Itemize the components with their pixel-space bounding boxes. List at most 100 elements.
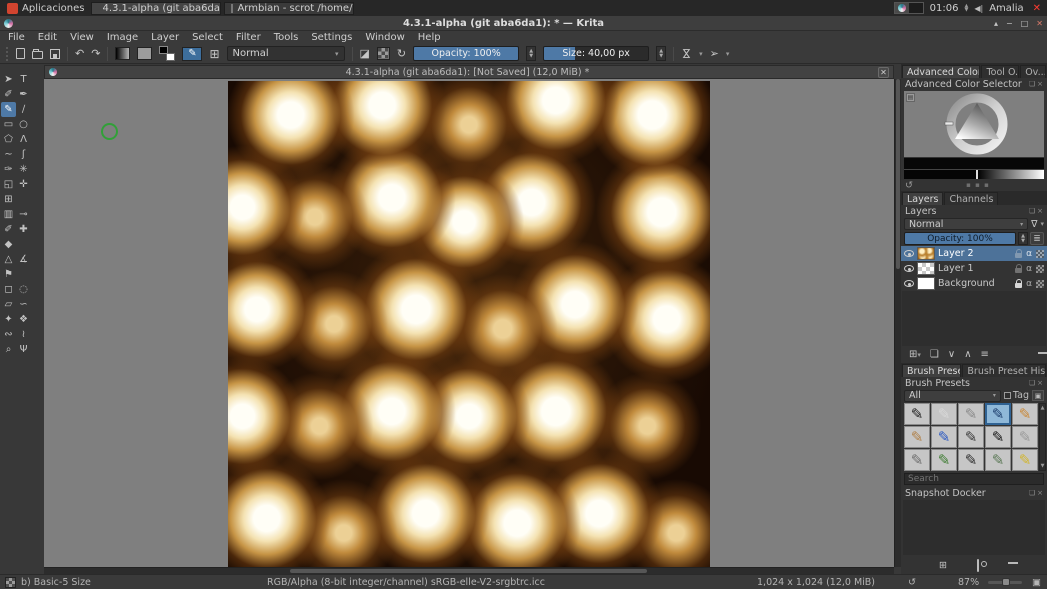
tool-contiguous-select[interactable]: ❖: [16, 312, 31, 327]
lock-icon[interactable]: [1015, 253, 1022, 258]
brush-preset-13[interactable]: ✎: [958, 449, 984, 471]
preset-view-mode-button[interactable]: ▣: [1032, 390, 1044, 401]
canvas-tab-bar[interactable]: 4.3.1-alpha (git aba6da1): [Not Saved] (…: [44, 65, 894, 79]
layer-opacity-spinner[interactable]: ▲▼: [1018, 232, 1028, 245]
horizontal-scrollbar-thumb[interactable]: [290, 569, 647, 573]
float-panel-icon[interactable]: ❏: [1029, 207, 1035, 215]
brush-preset-3[interactable]: ✎: [958, 403, 984, 425]
workspace-1[interactable]: [895, 3, 909, 13]
inherit-alpha-icon[interactable]: [1036, 265, 1044, 273]
save-button[interactable]: [50, 49, 60, 59]
alpha-lock-icon[interactable]: α: [1026, 264, 1032, 274]
canvas-viewport[interactable]: [44, 79, 894, 567]
layers-panel-header[interactable]: Layers ❏ ×: [901, 205, 1047, 217]
layer-row-background[interactable]: Backgroundα: [901, 276, 1047, 291]
duplicate-layer-button[interactable]: ❏: [930, 349, 939, 360]
advanced-color-selector-header[interactable]: Advanced Color Selector ❏ ×: [901, 78, 1047, 90]
float-panel-icon[interactable]: ❏: [1029, 80, 1035, 88]
tool-move[interactable]: ✛: [16, 177, 31, 192]
taskbar-task-terminal[interactable]: Armbian - scrot /home/a...: [224, 2, 354, 15]
docker-resize-handle[interactable]: ▪ ▪ ▪: [913, 181, 1043, 189]
zoom-slider-track[interactable]: [988, 581, 1022, 584]
tool-pattern-edit[interactable]: ✐: [1, 222, 16, 237]
tool-freehand-brush[interactable]: ✎: [1, 102, 16, 117]
move-layer-down-button[interactable]: ∨: [948, 349, 955, 360]
brush-preset-12[interactable]: ✎: [931, 449, 957, 471]
vertical-scrollbar-thumb[interactable]: [896, 79, 900, 269]
brush-presets-header[interactable]: Brush Presets ❏ ×: [901, 377, 1047, 389]
workspace-pager[interactable]: [894, 2, 924, 14]
tab-channels[interactable]: Channels: [944, 192, 998, 205]
tool-zoom[interactable]: ⌕: [1, 342, 16, 357]
pattern-chooser-button[interactable]: [137, 47, 152, 60]
shade-dark-half[interactable]: [904, 170, 977, 179]
menu-view[interactable]: View: [70, 32, 94, 43]
layer-thumbnail[interactable]: [917, 262, 935, 275]
tool-fill[interactable]: ◆: [1, 237, 16, 252]
tool-line[interactable]: ∕: [16, 102, 31, 117]
menu-settings[interactable]: Settings: [311, 32, 352, 43]
selection-display-button[interactable]: ▣: [1032, 575, 1041, 589]
layer-visibility-eye-icon[interactable]: [904, 250, 914, 257]
tag-checkbox-group[interactable]: Tag: [1004, 390, 1029, 401]
tool-multibrush[interactable]: ✳: [16, 162, 31, 177]
tool-polygon-select[interactable]: ▱: [1, 297, 16, 312]
tool-crop[interactable]: ⊞: [1, 192, 16, 207]
clock-spinner[interactable]: ▲▼: [964, 4, 968, 12]
menu-window[interactable]: Window: [365, 32, 404, 43]
opacity-slider[interactable]: Opacity: 100%: [413, 46, 519, 61]
tool-calligraphy[interactable]: ✒: [16, 87, 31, 102]
lock-icon[interactable]: [1015, 283, 1022, 288]
tab-advanced-color-selector[interactable]: Advanced Color S...: [902, 65, 980, 78]
scroll-down-icon[interactable]: ▼: [1041, 463, 1045, 469]
alpha-lock-icon[interactable]: α: [1026, 279, 1032, 289]
brush-preset-chip[interactable]: b) Basic-5 Size: [5, 575, 91, 589]
canvas-rotation-icon[interactable]: ↺: [908, 575, 916, 589]
shade-selector-strip[interactable]: [904, 169, 1044, 179]
menu-filter[interactable]: Filter: [236, 32, 261, 43]
opacity-spinner[interactable]: ▲▼: [526, 46, 536, 61]
scroll-up-icon[interactable]: ▲: [1041, 405, 1045, 411]
tool-color-sampler[interactable]: ⊸: [16, 207, 31, 222]
close-panel-icon[interactable]: ×: [1037, 207, 1043, 215]
size-spinner[interactable]: ▲▼: [656, 46, 666, 61]
toolbar-grip[interactable]: [6, 47, 9, 61]
zoom-slider[interactable]: [988, 575, 1022, 589]
mirror-vertical-button[interactable]: ➢: [710, 48, 719, 59]
panel-close-button[interactable]: ✕: [1030, 3, 1044, 14]
window-titlebar[interactable]: 4.3.1-alpha (git aba6da1): * — Krita ▴ −…: [0, 16, 1047, 31]
menu-file[interactable]: File: [8, 32, 25, 43]
inherit-alpha-icon[interactable]: [1036, 250, 1044, 258]
brush-search-input[interactable]: [904, 473, 1044, 485]
tool-freehand-select[interactable]: ∽: [16, 297, 31, 312]
applications-menu-button[interactable]: Aplicaciones: [3, 1, 88, 15]
tool-transform[interactable]: ◱: [1, 177, 16, 192]
brush-preset-8[interactable]: ✎: [958, 426, 984, 448]
snapshot-camera-button[interactable]: [977, 560, 979, 571]
new-document-button[interactable]: [16, 48, 25, 59]
alpha-lock-icon[interactable]: α: [1026, 249, 1032, 259]
layer-options-button[interactable]: ≣: [1030, 232, 1044, 245]
brush-editor-button[interactable]: ✎: [182, 47, 202, 61]
canvas-image[interactable]: [228, 81, 710, 567]
add-layer-button[interactable]: ⊞▾: [909, 349, 921, 360]
foreground-color-swatch[interactable]: [159, 46, 168, 54]
lock-icon[interactable]: [1015, 268, 1022, 273]
tool-dynamic-brush[interactable]: ✑: [1, 162, 16, 177]
redo-button[interactable]: ↷: [91, 48, 100, 59]
selector-settings-icon[interactable]: ▤: [906, 93, 915, 102]
tool-polygon[interactable]: ⬠: [1, 132, 16, 147]
undo-button[interactable]: ↶: [75, 48, 84, 59]
tab-layers[interactable]: Layers: [902, 192, 943, 205]
tool-smart-patch[interactable]: ✚: [16, 222, 31, 237]
brush-preset-2[interactable]: ✎: [931, 403, 957, 425]
tool-polyline[interactable]: Λ: [16, 132, 31, 147]
layer-thumbnail[interactable]: [917, 247, 935, 260]
tool-reference-images[interactable]: ⚑: [1, 267, 16, 282]
brush-preset-15[interactable]: ✎: [1012, 449, 1038, 471]
brush-preset-5[interactable]: ✎: [1012, 403, 1038, 425]
brush-preset-11[interactable]: ✎: [904, 449, 930, 471]
menu-image[interactable]: Image: [107, 32, 138, 43]
mirror-horizontal-button[interactable]: ⋈: [680, 48, 693, 59]
shade-gradient-half[interactable]: [977, 170, 1044, 179]
